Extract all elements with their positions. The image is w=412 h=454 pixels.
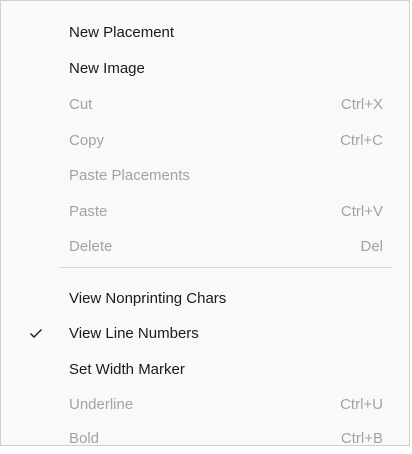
menu-item-shortcut: Del [360, 238, 383, 255]
menu-item-label: Underline [69, 396, 134, 413]
menu-item-copy: Copy Ctrl+C [1, 126, 409, 156]
menu-item-new-placement[interactable]: New Placement [1, 18, 409, 48]
menu-item-set-width-marker[interactable]: Set Width Marker [1, 355, 409, 385]
menu-item-label: Delete [69, 238, 113, 255]
menu-item-delete: Delete Del [1, 232, 409, 262]
menu-item-label: Copy [69, 132, 105, 149]
menu-item-label: Cut [69, 96, 93, 113]
menu-item-label: View Line Numbers [69, 325, 199, 342]
menu-item-shortcut: Ctrl+V [340, 203, 383, 220]
menu-item-label: New Image [69, 60, 145, 77]
menu-item-underline: Underline Ctrl+U [1, 390, 409, 420]
menu-item-cut: Cut Ctrl+X [1, 90, 409, 120]
context-menu: New Placement New Image Cut Ctrl+X Copy … [0, 0, 410, 447]
menu-item-view-line-numbers[interactable]: View Line Numbers [1, 319, 409, 349]
menu-item-label: Set Width Marker [69, 361, 185, 378]
menu-item-shortcut: Ctrl+X [340, 96, 383, 113]
checkmark-icon [28, 325, 44, 341]
menu-item-paste-placements: Paste Placements [1, 161, 409, 191]
menu-item-label: View Nonprinting Chars [69, 290, 227, 307]
menu-item-label: Bold [69, 430, 100, 447]
menu-separator [59, 267, 393, 268]
menu-item-label: New Placement [69, 24, 175, 41]
menu-item-bold: Bold Ctrl+B [1, 424, 409, 454]
menu-item-paste: Paste Ctrl+V [1, 197, 409, 227]
menu-item-shortcut: Ctrl+C [340, 132, 383, 149]
menu-item-new-image[interactable]: New Image [1, 54, 409, 84]
menu-item-shortcut: Ctrl+B [340, 430, 383, 447]
menu-item-shortcut: Ctrl+U [340, 396, 383, 413]
menu-item-view-nonprinting-chars[interactable]: View Nonprinting Chars [1, 284, 409, 314]
menu-item-label: Paste Placements [69, 167, 190, 184]
menu-item-label: Paste [69, 203, 108, 220]
